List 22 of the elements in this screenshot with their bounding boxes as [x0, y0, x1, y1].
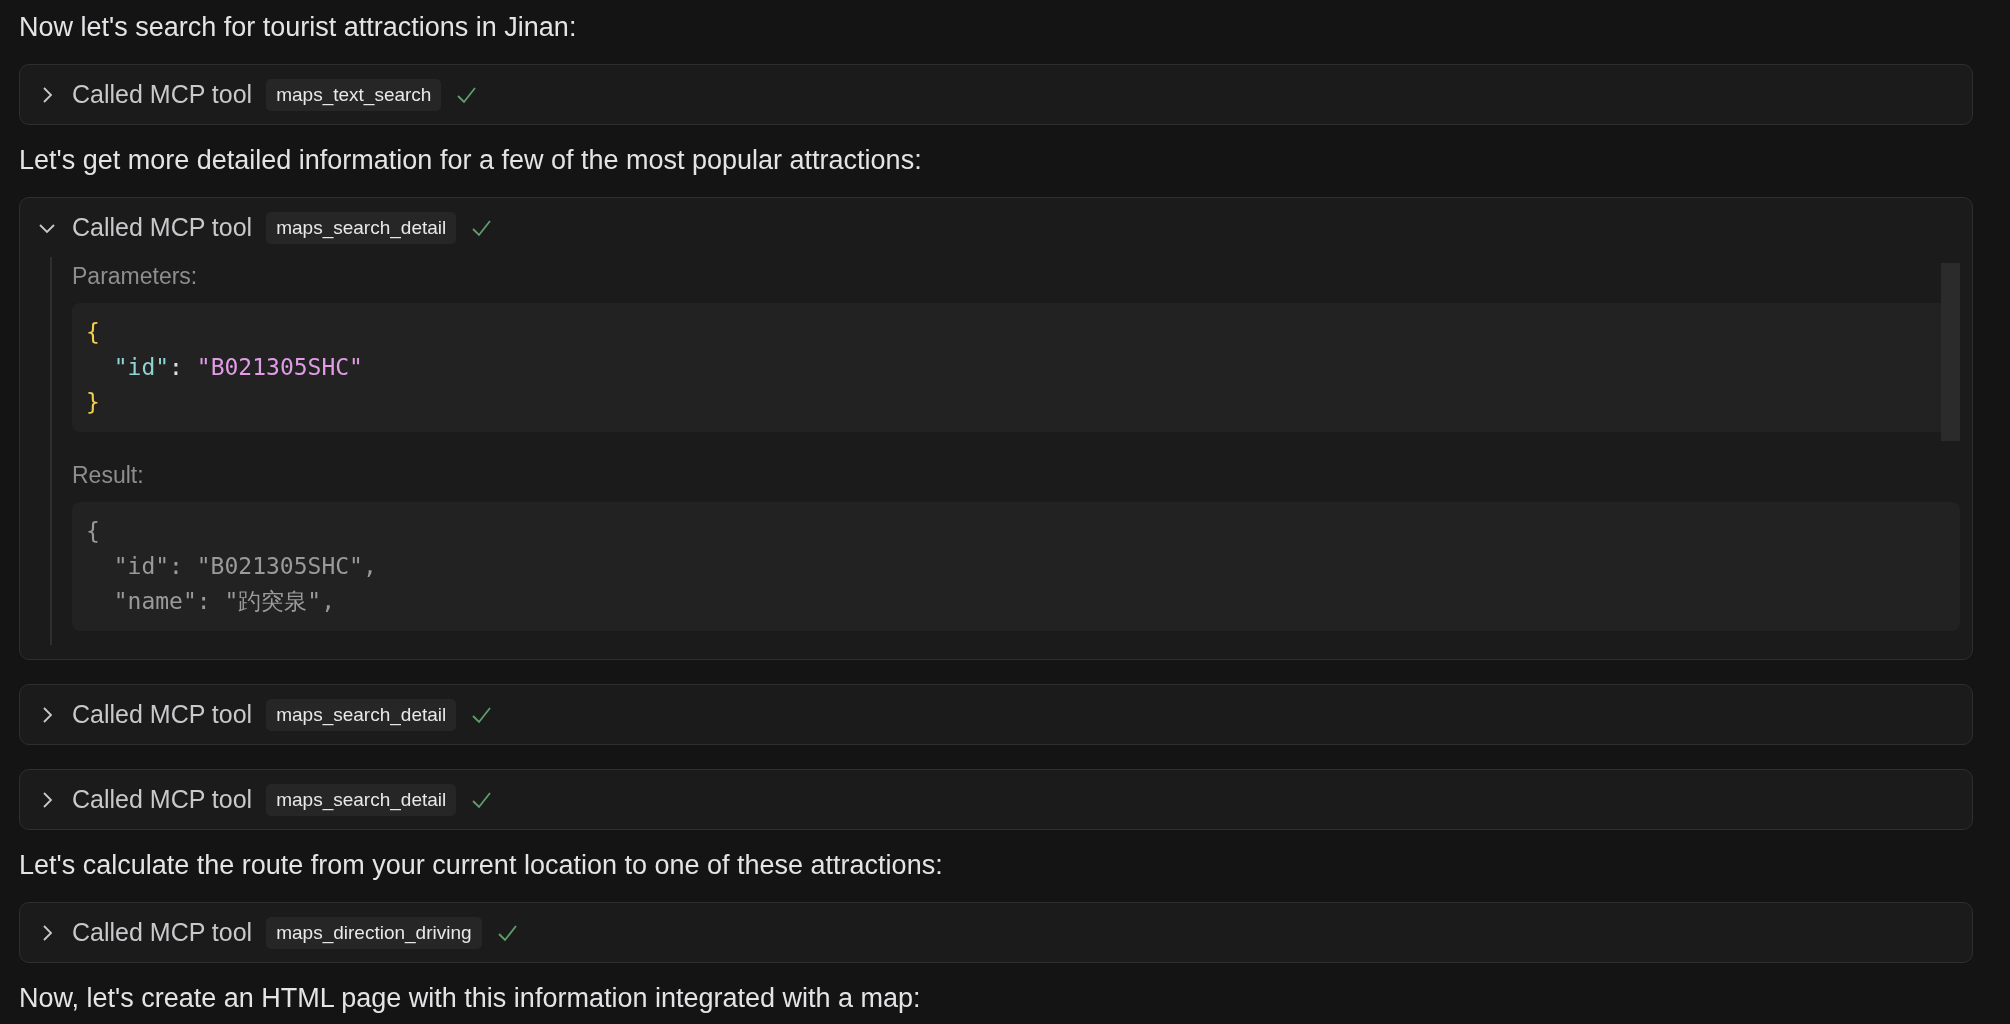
message-text: Now let's search for tourist attractions in Jinan: — [19, 11, 578, 44]
section-label: Result: — [72, 461, 144, 490]
tool-call-label: Called MCP tool — [72, 918, 253, 947]
tool-name-badge: maps_search_detail — [266, 783, 457, 816]
code-line: } — [86, 388, 100, 417]
tool-name-badge: maps_direction_driving — [266, 916, 482, 949]
message-text: Let's get more detailed information for a few of the most popular attractions: — [19, 144, 923, 177]
code-line: { — [86, 517, 100, 546]
message-text: Let's calculate the route from your current location to one of these attractions: — [19, 849, 944, 882]
code-line: "id": "B021305SHC", — [112, 552, 377, 581]
code-line: "name": "趵突泉", — [112, 587, 335, 616]
code-line: "id": "B021305SHC" — [112, 353, 363, 382]
tool-name-badge: maps_text_search — [266, 78, 442, 111]
code-line: { — [86, 318, 100, 347]
tool-name-badge: maps_search_detail — [266, 211, 457, 244]
tool-name-badge: maps_search_detail — [266, 698, 457, 731]
tool-call-label: Called MCP tool — [72, 785, 253, 814]
tool-call-label: Called MCP tool — [72, 700, 253, 729]
tool-call-label: Called MCP tool — [72, 80, 253, 109]
section-label: Parameters: — [72, 262, 198, 291]
message-text: Now, let's create an HTML page with this information integrated with a map: — [19, 982, 922, 1015]
tool-call-label: Called MCP tool — [72, 213, 253, 242]
